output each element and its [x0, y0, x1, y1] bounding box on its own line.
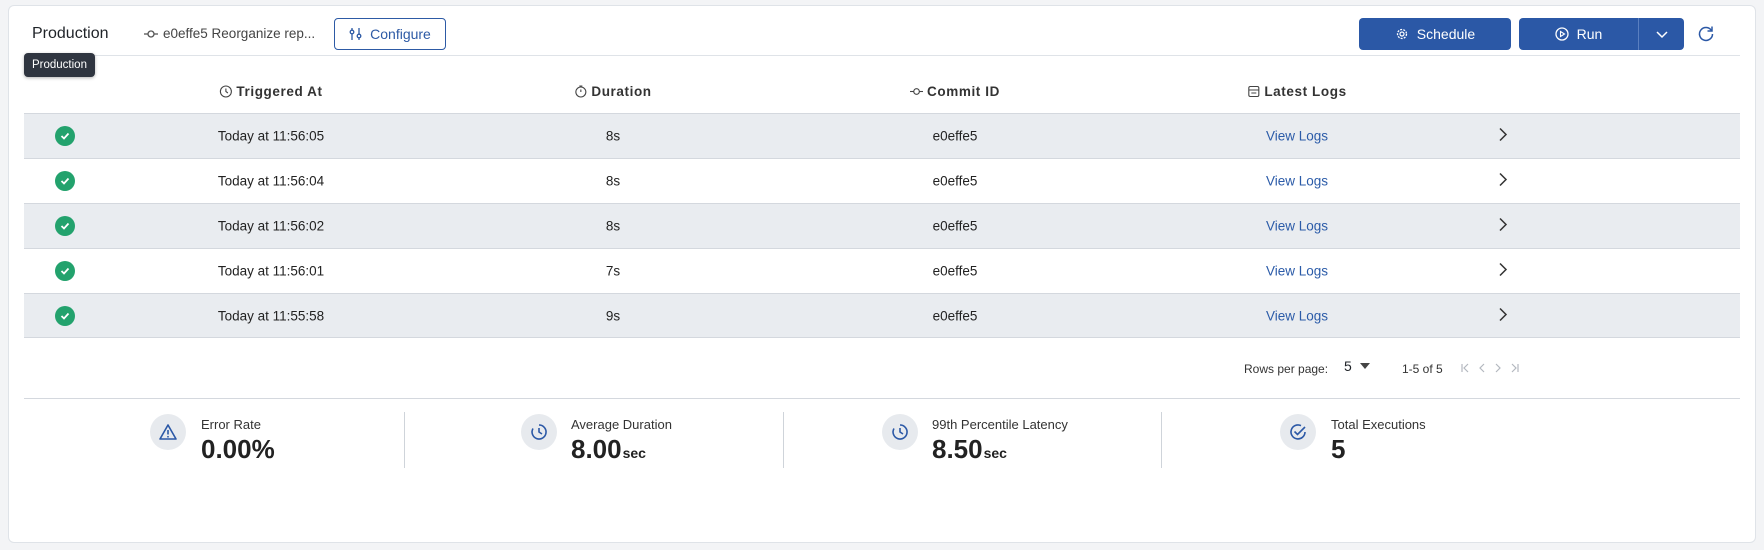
view-logs-link[interactable]: View Logs	[1266, 264, 1328, 279]
rows-per-page-select[interactable]: 5	[1344, 358, 1370, 374]
status-success-icon	[55, 305, 75, 326]
play-circle-icon	[1555, 27, 1569, 41]
schedule-button[interactable]: Schedule	[1359, 18, 1511, 50]
table-row[interactable]: Today at 11:55:58 9s e0effe5 View Logs	[24, 293, 1740, 338]
stat-separator	[783, 412, 784, 468]
commit-id: e0effe5	[932, 218, 978, 234]
rows-per-page-label: Rows per page:	[1244, 362, 1329, 376]
duration: 8s	[605, 218, 621, 234]
table-row[interactable]: Today at 11:56:02 8s e0effe5 View Logs	[24, 203, 1740, 248]
timer-icon	[882, 414, 918, 450]
stat-label: Total Executions	[1331, 417, 1426, 432]
chevron-down-icon	[1655, 31, 1668, 39]
view-logs-link[interactable]: View Logs	[1266, 219, 1328, 234]
column-label: Triggered At	[236, 84, 323, 99]
logs-icon	[1248, 85, 1260, 98]
clock-icon	[219, 85, 232, 98]
stat-value: 5	[1331, 434, 1346, 464]
rows-per-page-value: 5	[1344, 358, 1352, 374]
environment-tooltip: Production	[24, 53, 95, 77]
commit-id: e0effe5	[932, 263, 978, 279]
first-page-icon[interactable]	[1460, 362, 1472, 374]
timer-icon	[521, 414, 557, 450]
commit-id: e0effe5	[932, 173, 978, 189]
warning-icon	[150, 414, 186, 450]
run-button[interactable]: Run	[1519, 18, 1638, 50]
table-row[interactable]: Today at 11:56:01 7s e0effe5 View Logs	[24, 248, 1740, 293]
commit-id: e0effe5	[932, 128, 978, 144]
chevron-right-icon[interactable]	[1497, 127, 1509, 146]
sliders-icon	[349, 28, 362, 40]
duration: 9s	[605, 308, 621, 323]
caret-down-icon	[1359, 363, 1370, 369]
pagination-range: 1-5 of 5	[1402, 362, 1443, 376]
stat-label: Error Rate	[201, 417, 261, 432]
chevron-right-icon[interactable]	[1497, 217, 1509, 236]
column-triggered-at[interactable]: Triggered At	[219, 84, 322, 99]
configure-button[interactable]: Configure	[334, 18, 446, 50]
stat-value: 8.50sec	[932, 434, 1007, 464]
run-label: Run	[1576, 26, 1603, 42]
commit-icon	[144, 29, 158, 38]
stat-label: Average Duration	[571, 417, 672, 432]
stats-divider	[24, 398, 1740, 399]
view-logs-link[interactable]: View Logs	[1266, 129, 1328, 144]
last-page-icon[interactable]	[1508, 362, 1520, 374]
commit-message: e0effe5 Reorganize rep...	[163, 26, 316, 41]
table-row[interactable]: Today at 11:56:04 8s e0effe5 View Logs	[24, 158, 1740, 203]
column-label: Duration	[591, 84, 652, 99]
stopwatch-icon	[575, 85, 587, 98]
table-row[interactable]: Today at 11:56:05 8s e0effe5 View Logs	[24, 113, 1740, 158]
commit-info: e0effe5 Reorganize rep...	[144, 26, 315, 41]
duration: 8s	[605, 128, 621, 144]
triggered-at: Today at 11:56:04	[217, 173, 325, 189]
stat-label: 99th Percentile Latency	[932, 417, 1068, 432]
commit-id: e0effe5	[932, 308, 978, 323]
column-latest-logs[interactable]: Latest Logs	[1247, 84, 1346, 99]
stat-separator	[404, 412, 405, 468]
triggered-at: Today at 11:56:05	[217, 128, 325, 144]
view-logs-link[interactable]: View Logs	[1266, 174, 1328, 189]
header-divider	[24, 55, 1740, 56]
stat-value: 0.00%	[201, 434, 275, 464]
previous-page-icon[interactable]	[1476, 362, 1488, 374]
gear-icon	[1396, 28, 1407, 40]
duration: 8s	[605, 173, 621, 189]
schedule-label: Schedule	[1416, 26, 1476, 42]
column-commit-id[interactable]: Commit ID	[910, 84, 1000, 99]
chevron-right-icon[interactable]	[1497, 262, 1509, 281]
chevron-right-icon[interactable]	[1497, 306, 1509, 325]
pagination-controls	[1460, 362, 1520, 374]
triggered-at: Today at 11:56:01	[217, 263, 325, 279]
chevron-right-icon[interactable]	[1497, 172, 1509, 191]
view-logs-link[interactable]: View Logs	[1266, 308, 1328, 323]
duration: 7s	[605, 263, 621, 279]
next-page-icon[interactable]	[1492, 362, 1504, 374]
column-duration[interactable]: Duration	[574, 84, 651, 99]
status-success-icon	[55, 216, 75, 236]
header-bar: Production e0effe5 Reorganize rep... Con…	[24, 14, 1740, 54]
status-success-icon	[55, 261, 75, 281]
triggered-at: Today at 11:56:02	[217, 218, 325, 234]
column-label: Commit ID	[927, 84, 1000, 99]
environment-title[interactable]: Production	[32, 25, 109, 43]
stat-separator	[1161, 412, 1162, 468]
triggered-at: Today at 11:55:58	[217, 308, 325, 323]
status-success-icon	[55, 126, 75, 146]
refresh-icon[interactable]	[1696, 24, 1716, 44]
run-options-button[interactable]	[1638, 18, 1684, 50]
configure-label: Configure	[370, 26, 431, 42]
column-label: Latest Logs	[1264, 84, 1347, 99]
commit-icon	[910, 88, 924, 95]
check-circle-icon	[1280, 414, 1316, 450]
status-success-icon	[55, 171, 75, 191]
stat-value: 8.00sec	[571, 434, 646, 464]
table-header: Triggered At Duration Commit ID Latest L…	[24, 74, 1740, 108]
